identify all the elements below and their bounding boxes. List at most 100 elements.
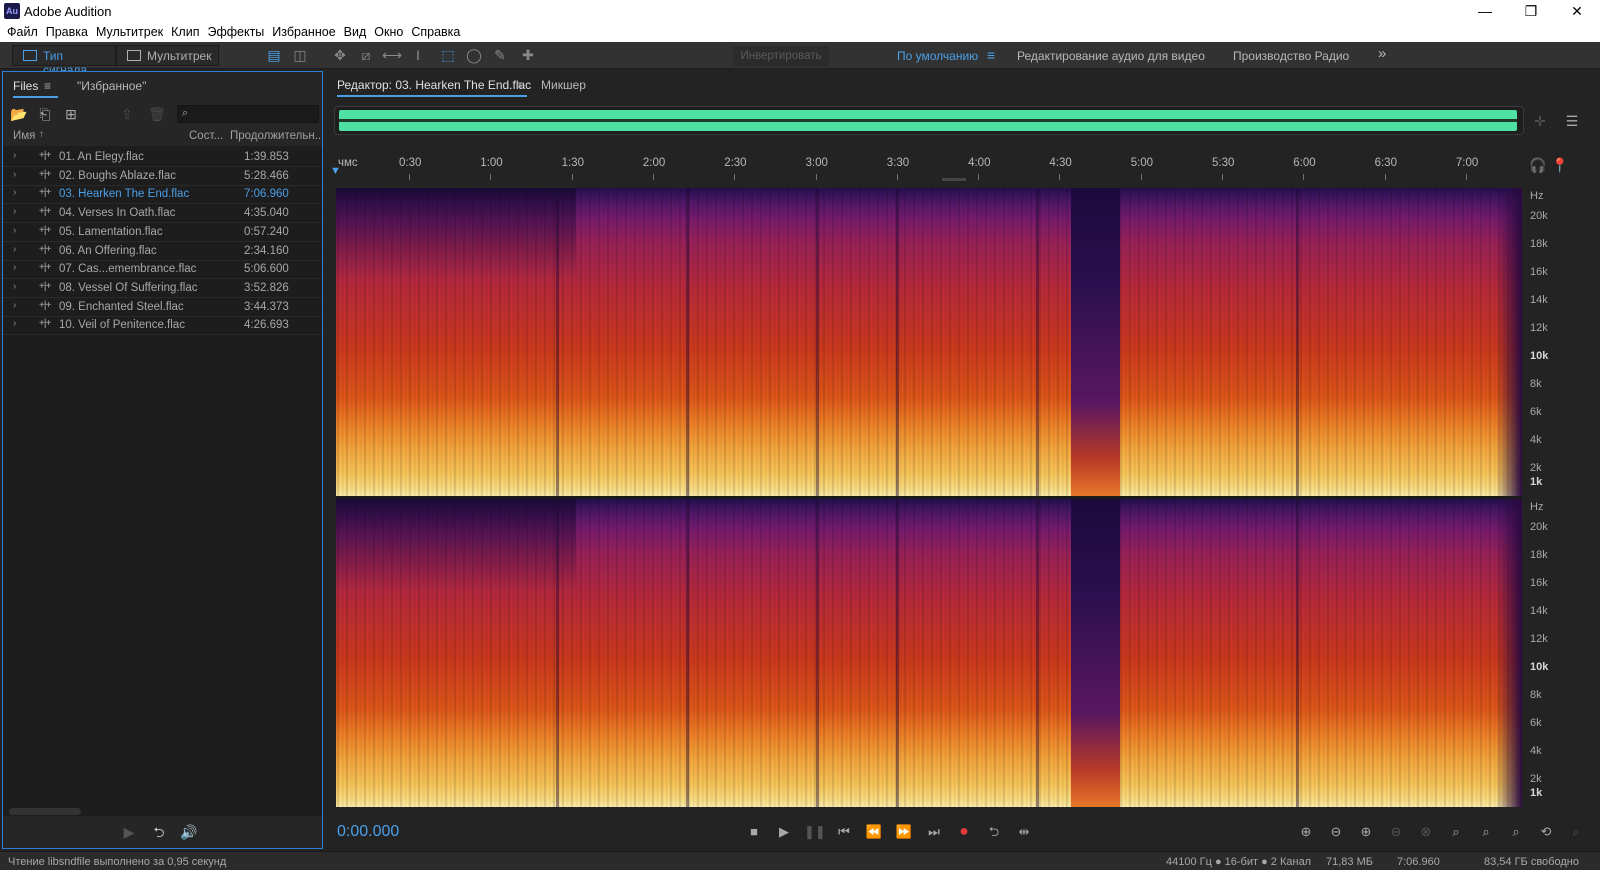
tab-favorites[interactable]: "Избранное" — [77, 79, 146, 93]
file-row[interactable]: › +|+ 01. An Elegy.flac 1:39.853 — [3, 148, 322, 167]
razor-tool-icon[interactable]: ⧄ — [356, 46, 376, 64]
menu-window[interactable]: Окно — [373, 22, 410, 42]
editor-menu-icon[interactable]: ≡ — [516, 78, 523, 92]
waveform-display-icon[interactable]: ◫ — [290, 46, 310, 64]
menu-favorites[interactable]: Избранное — [271, 22, 342, 42]
workspace-radio[interactable]: Производство Радио — [1233, 49, 1349, 63]
expand-chevron-icon[interactable]: › — [13, 281, 16, 292]
menu-file[interactable]: Файл — [6, 22, 45, 42]
spectral-display-icon[interactable]: ▤ — [264, 46, 284, 64]
tab-editor[interactable]: Редактор: 03. Hearken The End.flac — [337, 78, 531, 92]
expand-chevron-icon[interactable]: › — [13, 318, 16, 329]
zoom-in-point-icon[interactable]: ⌕ — [1446, 822, 1466, 842]
workspace-default[interactable]: По умолчанию — [897, 49, 978, 63]
menu-view[interactable]: Вид — [343, 22, 374, 42]
file-row[interactable]: › +|+ 09. Enchanted Steel.flac 3:44.373 — [3, 298, 322, 317]
tab-mixer[interactable]: Микшер — [541, 78, 586, 92]
expand-chevron-icon[interactable]: › — [13, 300, 16, 311]
time-ruler[interactable]: чмс 0:30 1:00 1:30 2:00 2:30 3:00 3:30 4:00 4:30… — [330, 152, 1524, 181]
spectrogram-right-channel[interactable] — [336, 499, 1522, 807]
menu-clip[interactable]: Клип — [170, 22, 206, 42]
zoom-channel-icon[interactable]: ⌕ — [1566, 822, 1586, 842]
import-file-icon[interactable]: ⎗ — [35, 105, 55, 123]
column-duration[interactable]: Продолжительн... — [230, 130, 322, 142]
close-button[interactable]: ✕ — [1554, 0, 1600, 22]
expand-chevron-icon[interactable]: › — [13, 225, 16, 236]
record-icon[interactable]: ● — [954, 822, 974, 842]
expand-chevron-icon[interactable]: › — [13, 150, 16, 161]
headphones-icon[interactable]: 🎧 — [1528, 156, 1548, 174]
file-row[interactable]: › +|+ 07. Cas...emembrance.flac 5:06.600 — [3, 260, 322, 280]
ruler-grip[interactable] — [942, 178, 966, 181]
files-search-input[interactable]: ⌕ — [177, 105, 319, 123]
go-to-start-icon[interactable]: ⏮ — [834, 822, 854, 842]
spot-healing-tool-icon[interactable]: ✚ — [518, 46, 538, 64]
go-to-end-icon[interactable]: ⏭ — [924, 822, 944, 842]
expand-chevron-icon[interactable]: › — [13, 244, 16, 255]
new-file-icon[interactable]: ⊞ — [61, 105, 81, 123]
workspace-audio-video[interactable]: Редактирование аудио для видео — [1017, 49, 1205, 63]
file-row[interactable]: › +|+ 03. Hearken The End.flac 7:06.960 — [3, 185, 322, 205]
autoplay-icon[interactable]: 🔊 — [179, 823, 199, 841]
column-name[interactable]: Имя — [13, 130, 35, 142]
workspace-menu-icon[interactable]: ≡ — [981, 46, 1001, 64]
zoom-in-time-icon[interactable]: ⊕ — [1356, 822, 1376, 842]
invert-button[interactable]: Инвертировать — [733, 46, 829, 66]
minimize-button[interactable]: — — [1462, 0, 1508, 22]
insert-icon[interactable]: ⇪ — [117, 105, 137, 123]
file-row[interactable]: › +|+ 08. Vessel Of Suffering.flac 3:52.826 — [3, 279, 322, 298]
zoom-to-selection-icon[interactable]: ⌕ — [1506, 822, 1526, 842]
lasso-tool-icon[interactable]: ◯ — [464, 46, 484, 64]
rewind-icon[interactable]: ⏪ — [864, 822, 884, 842]
loop-preview-icon[interactable]: ⮌ — [149, 823, 169, 841]
zoom-out-amplitude-icon[interactable]: ⊖ — [1326, 822, 1346, 842]
file-row[interactable]: › +|+ 05. Lamentation.flac 0:57.240 — [3, 223, 322, 242]
expand-chevron-icon[interactable]: › — [13, 262, 16, 273]
playhead-marker-icon[interactable]: ▼ — [330, 165, 341, 177]
fast-forward-icon[interactable]: ⏩ — [894, 822, 914, 842]
open-file-icon[interactable]: 📂 — [9, 105, 29, 123]
zoom-in-amplitude-icon[interactable]: ⊕ — [1296, 822, 1316, 842]
zoom-out-full-icon[interactable]: ⊗ — [1416, 822, 1436, 842]
time-selection-tool-icon[interactable]: I — [408, 46, 428, 64]
menu-effects[interactable]: Эффекты — [206, 22, 271, 42]
play-icon[interactable]: ▶ — [774, 822, 794, 842]
move-tool-icon[interactable]: ✥ — [330, 46, 350, 64]
menu-edit[interactable]: Правка — [45, 22, 95, 42]
skip-selection-icon[interactable]: ⇹ — [1014, 822, 1034, 842]
panel-menu-icon[interactable]: ≡ — [44, 79, 51, 93]
pause-icon[interactable]: ❚❚ — [804, 822, 826, 842]
zoom-out-point-icon[interactable]: ⌕ — [1476, 822, 1496, 842]
delete-icon[interactable]: 🗑 — [147, 105, 167, 123]
marquee-tool-icon[interactable]: ⬚ — [438, 46, 458, 64]
zoom-out-time-icon[interactable]: ⊖ — [1386, 822, 1406, 842]
zoom-reset-icon[interactable]: ⟲ — [1536, 822, 1556, 842]
marker-pin-icon[interactable]: 📍 — [1550, 156, 1570, 174]
loop-playback-icon[interactable]: ⮌ — [984, 822, 1004, 842]
panel-options-icon[interactable]: ☰ — [1562, 112, 1582, 130]
spectrogram-left-channel[interactable] — [336, 188, 1522, 496]
expand-chevron-icon[interactable]: › — [13, 169, 16, 180]
stop-icon[interactable]: ■ — [744, 822, 764, 842]
timecode-display[interactable]: 0:00.000 — [337, 823, 399, 841]
multitrack-mode-button[interactable]: Мультитрек — [116, 45, 219, 66]
slip-tool-icon[interactable]: ⟷ — [382, 46, 402, 64]
play-preview-icon[interactable]: ▶ — [119, 823, 139, 841]
expand-chevron-icon[interactable]: › — [13, 206, 16, 217]
zoom-selection-icon[interactable]: ✛ — [1530, 112, 1550, 130]
file-row[interactable]: › +|+ 06. An Offering.flac 2:34.160 — [3, 242, 322, 261]
file-row[interactable]: › +|+ 04. Verses In Oath.flac 4:35.040 — [3, 204, 322, 224]
horizontal-scrollbar[interactable] — [9, 808, 81, 815]
file-row[interactable]: › +|+ 02. Boughs Ablaze.flac 5:28.466 — [3, 167, 322, 186]
file-row[interactable]: › +|+ 10. Veil of Penitence.flac 4:26.693 — [3, 316, 322, 336]
brush-tool-icon[interactable]: ✎ — [490, 46, 510, 64]
restore-button[interactable]: ❐ — [1508, 0, 1554, 22]
tab-files[interactable]: Files — [13, 79, 38, 93]
expand-chevron-icon[interactable]: › — [13, 187, 16, 198]
waveform-mode-button[interactable]: Тип сигнала — [12, 45, 116, 77]
menu-help[interactable]: Справка — [410, 22, 467, 42]
more-workspaces-button[interactable]: » — [1378, 45, 1386, 62]
overview-waveform[interactable] — [334, 106, 1524, 135]
menu-multitrack[interactable]: Мультитрек — [95, 22, 170, 42]
column-status[interactable]: Сост... — [189, 130, 223, 142]
